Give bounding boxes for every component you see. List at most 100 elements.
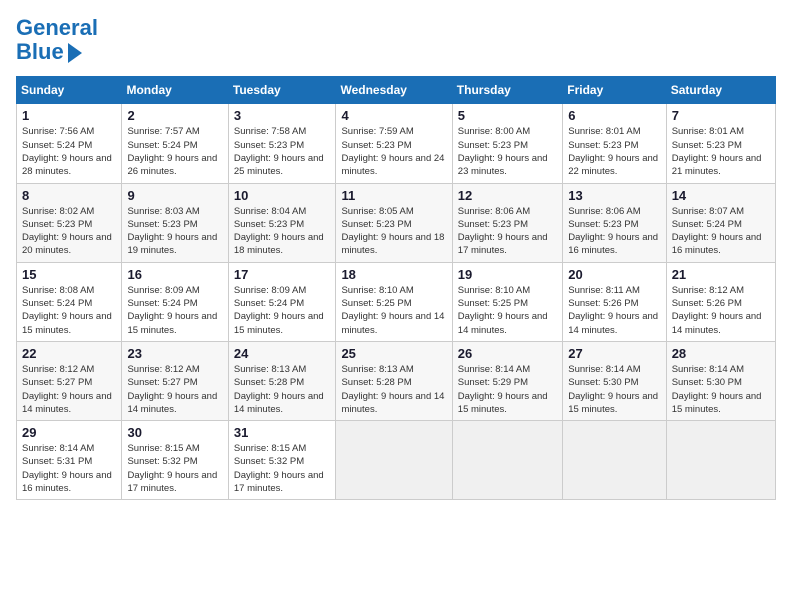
calendar-cell: 26Sunrise: 8:14 AMSunset: 5:29 PMDayligh… bbox=[452, 341, 562, 420]
day-number: 14 bbox=[672, 188, 770, 203]
logo-general: General bbox=[16, 15, 98, 40]
day-info: Sunrise: 7:57 AMSunset: 5:24 PMDaylight:… bbox=[127, 125, 222, 178]
day-info: Sunrise: 7:56 AMSunset: 5:24 PMDaylight:… bbox=[22, 125, 116, 178]
header-wednesday: Wednesday bbox=[336, 77, 452, 104]
logo-blue: Blue bbox=[16, 40, 64, 64]
day-number: 2 bbox=[127, 108, 222, 123]
day-number: 9 bbox=[127, 188, 222, 203]
day-number: 1 bbox=[22, 108, 116, 123]
day-info: Sunrise: 7:59 AMSunset: 5:23 PMDaylight:… bbox=[341, 125, 446, 178]
header-friday: Friday bbox=[563, 77, 666, 104]
calendar-cell: 16 Sunrise: 8:09 AMSunset: 5:24 PMDayligh… bbox=[122, 262, 228, 341]
day-number: 4 bbox=[341, 108, 446, 123]
calendar-cell: 6 Sunrise: 8:01 AMSunset: 5:23 PMDaylight… bbox=[563, 104, 666, 183]
calendar-cell bbox=[452, 421, 562, 500]
day-number: 17 bbox=[234, 267, 331, 282]
calendar-cell: 23 Sunrise: 8:12 AMSunset: 5:27 PMDayligh… bbox=[122, 341, 228, 420]
calendar-table: SundayMondayTuesdayWednesdayThursdayFrid… bbox=[16, 76, 776, 500]
calendar-week-2: 8 Sunrise: 8:02 AMSunset: 5:23 PMDaylight… bbox=[17, 183, 776, 262]
calendar-cell: 2 Sunrise: 7:57 AMSunset: 5:24 PMDaylight… bbox=[122, 104, 228, 183]
page-header: General Blue bbox=[16, 16, 776, 64]
day-number: 6 bbox=[568, 108, 660, 123]
day-number: 11 bbox=[341, 188, 446, 203]
day-number: 8 bbox=[22, 188, 116, 203]
day-info: Sunrise: 8:12 AMSunset: 5:26 PMDaylight:… bbox=[672, 284, 770, 337]
day-number: 25 bbox=[341, 346, 446, 361]
day-number: 16 bbox=[127, 267, 222, 282]
header-tuesday: Tuesday bbox=[228, 77, 336, 104]
calendar-header-row: SundayMondayTuesdayWednesdayThursdayFrid… bbox=[17, 77, 776, 104]
calendar-cell: 30Sunrise: 8:15 AMSunset: 5:32 PMDayligh… bbox=[122, 421, 228, 500]
logo-arrow-icon bbox=[68, 43, 82, 63]
calendar-cell: 8 Sunrise: 8:02 AMSunset: 5:23 PMDaylight… bbox=[17, 183, 122, 262]
day-number: 5 bbox=[458, 108, 557, 123]
calendar-cell: 7Sunrise: 8:01 AMSunset: 5:23 PMDaylight… bbox=[666, 104, 775, 183]
day-number: 15 bbox=[22, 267, 116, 282]
day-info: Sunrise: 8:09 AMSunset: 5:24 PMDaylight:… bbox=[127, 284, 222, 337]
calendar-cell bbox=[563, 421, 666, 500]
day-number: 3 bbox=[234, 108, 331, 123]
calendar-cell: 13 Sunrise: 8:06 AMSunset: 5:23 PMDayligh… bbox=[563, 183, 666, 262]
day-number: 23 bbox=[127, 346, 222, 361]
day-number: 22 bbox=[22, 346, 116, 361]
day-info: Sunrise: 8:13 AMSunset: 5:28 PMDaylight:… bbox=[341, 363, 446, 416]
day-info: Sunrise: 8:04 AMSunset: 5:23 PMDaylight:… bbox=[234, 205, 331, 258]
day-info: Sunrise: 8:01 AMSunset: 5:23 PMDaylight:… bbox=[672, 125, 770, 178]
calendar-cell: 14 Sunrise: 8:07 AMSunset: 5:24 PMDayligh… bbox=[666, 183, 775, 262]
calendar-cell bbox=[336, 421, 452, 500]
day-info: Sunrise: 8:08 AMSunset: 5:24 PMDaylight:… bbox=[22, 284, 116, 337]
day-info: Sunrise: 8:06 AMSunset: 5:23 PMDaylight:… bbox=[568, 205, 660, 258]
logo-text: General bbox=[16, 16, 98, 40]
day-number: 29 bbox=[22, 425, 116, 440]
calendar-cell: 17 Sunrise: 8:09 AMSunset: 5:24 PMDayligh… bbox=[228, 262, 336, 341]
day-info: Sunrise: 8:07 AMSunset: 5:24 PMDaylight:… bbox=[672, 205, 770, 258]
day-info: Sunrise: 8:10 AMSunset: 5:25 PMDaylight:… bbox=[458, 284, 557, 337]
day-info: Sunrise: 8:11 AMSunset: 5:26 PMDaylight:… bbox=[568, 284, 660, 337]
calendar-cell: 3Sunrise: 7:58 AMSunset: 5:23 PMDaylight… bbox=[228, 104, 336, 183]
day-number: 19 bbox=[458, 267, 557, 282]
calendar-cell: 18Sunrise: 8:10 AMSunset: 5:25 PMDayligh… bbox=[336, 262, 452, 341]
day-info: Sunrise: 8:02 AMSunset: 5:23 PMDaylight:… bbox=[22, 205, 116, 258]
calendar-cell: 31Sunrise: 8:15 AMSunset: 5:32 PMDayligh… bbox=[228, 421, 336, 500]
day-info: Sunrise: 8:00 AMSunset: 5:23 PMDaylight:… bbox=[458, 125, 557, 178]
day-number: 20 bbox=[568, 267, 660, 282]
day-number: 31 bbox=[234, 425, 331, 440]
calendar-cell: 19 Sunrise: 8:10 AMSunset: 5:25 PMDayligh… bbox=[452, 262, 562, 341]
calendar-cell: 9 Sunrise: 8:03 AMSunset: 5:23 PMDaylight… bbox=[122, 183, 228, 262]
calendar-cell: 22 Sunrise: 8:12 AMSunset: 5:27 PMDayligh… bbox=[17, 341, 122, 420]
day-info: Sunrise: 8:12 AMSunset: 5:27 PMDaylight:… bbox=[22, 363, 116, 416]
calendar-week-1: 1 Sunrise: 7:56 AMSunset: 5:24 PMDaylight… bbox=[17, 104, 776, 183]
day-info: Sunrise: 8:14 AMSunset: 5:30 PMDaylight:… bbox=[672, 363, 770, 416]
logo: General Blue bbox=[16, 16, 98, 64]
day-number: 10 bbox=[234, 188, 331, 203]
day-number: 21 bbox=[672, 267, 770, 282]
day-info: Sunrise: 8:03 AMSunset: 5:23 PMDaylight:… bbox=[127, 205, 222, 258]
calendar-cell: 21 Sunrise: 8:12 AMSunset: 5:26 PMDayligh… bbox=[666, 262, 775, 341]
day-info: Sunrise: 8:01 AMSunset: 5:23 PMDaylight:… bbox=[568, 125, 660, 178]
calendar-cell: 12 Sunrise: 8:06 AMSunset: 5:23 PMDayligh… bbox=[452, 183, 562, 262]
day-number: 12 bbox=[458, 188, 557, 203]
calendar-cell bbox=[666, 421, 775, 500]
day-info: Sunrise: 8:05 AMSunset: 5:23 PMDaylight:… bbox=[341, 205, 446, 258]
day-info: Sunrise: 8:12 AMSunset: 5:27 PMDaylight:… bbox=[127, 363, 222, 416]
calendar-cell: 20 Sunrise: 8:11 AMSunset: 5:26 PMDayligh… bbox=[563, 262, 666, 341]
calendar-cell: 4 Sunrise: 7:59 AMSunset: 5:23 PMDaylight… bbox=[336, 104, 452, 183]
calendar-cell: 1 Sunrise: 7:56 AMSunset: 5:24 PMDaylight… bbox=[17, 104, 122, 183]
day-info: Sunrise: 8:09 AMSunset: 5:24 PMDaylight:… bbox=[234, 284, 331, 337]
day-number: 13 bbox=[568, 188, 660, 203]
day-info: Sunrise: 8:06 AMSunset: 5:23 PMDaylight:… bbox=[458, 205, 557, 258]
day-number: 27 bbox=[568, 346, 660, 361]
calendar-cell: 11 Sunrise: 8:05 AMSunset: 5:23 PMDayligh… bbox=[336, 183, 452, 262]
day-number: 18 bbox=[341, 267, 446, 282]
calendar-cell: 25 Sunrise: 8:13 AMSunset: 5:28 PMDayligh… bbox=[336, 341, 452, 420]
calendar-cell: 29Sunrise: 8:14 AMSunset: 5:31 PMDayligh… bbox=[17, 421, 122, 500]
calendar-cell: 10 Sunrise: 8:04 AMSunset: 5:23 PMDayligh… bbox=[228, 183, 336, 262]
calendar-cell: 27Sunrise: 8:14 AMSunset: 5:30 PMDayligh… bbox=[563, 341, 666, 420]
day-number: 28 bbox=[672, 346, 770, 361]
day-info: Sunrise: 8:13 AMSunset: 5:28 PMDaylight:… bbox=[234, 363, 331, 416]
calendar-cell: 24Sunrise: 8:13 AMSunset: 5:28 PMDayligh… bbox=[228, 341, 336, 420]
day-info: Sunrise: 8:15 AMSunset: 5:32 PMDaylight:… bbox=[127, 442, 222, 495]
header-monday: Monday bbox=[122, 77, 228, 104]
header-saturday: Saturday bbox=[666, 77, 775, 104]
calendar-cell: 5 Sunrise: 8:00 AMSunset: 5:23 PMDaylight… bbox=[452, 104, 562, 183]
